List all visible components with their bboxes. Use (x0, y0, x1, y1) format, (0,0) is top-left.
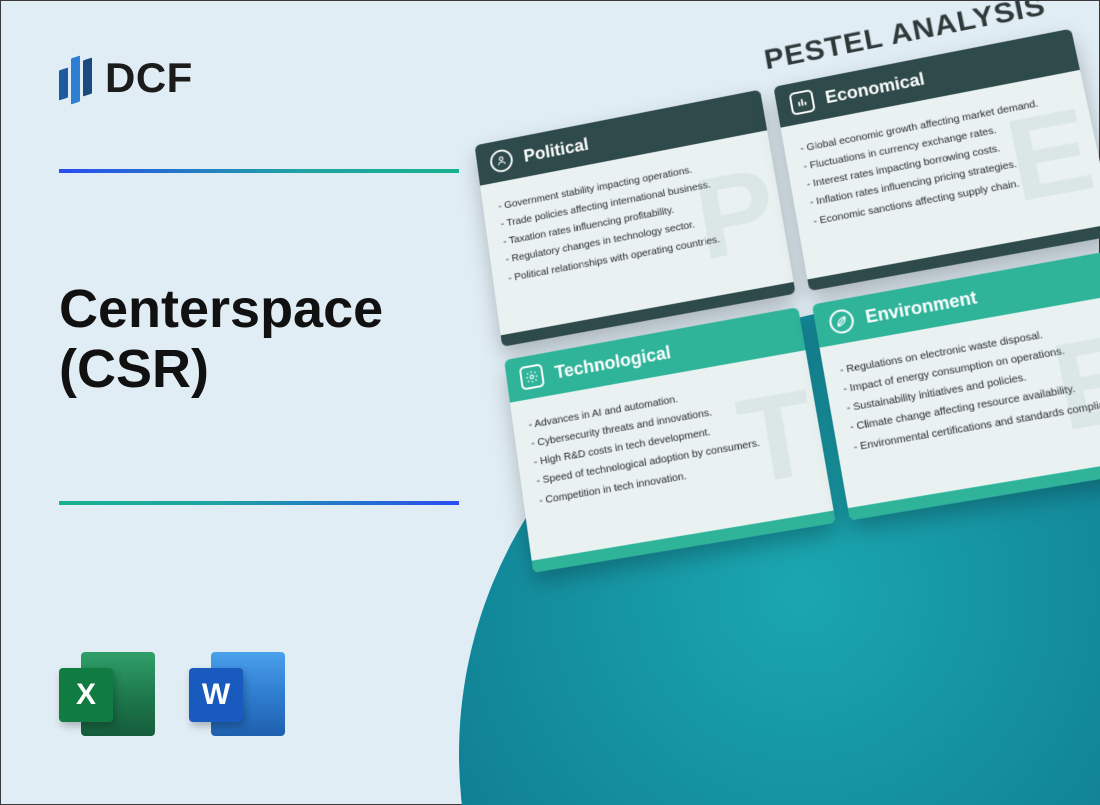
divider-top (59, 169, 459, 173)
list-item: Climate change affecting resource availa… (849, 374, 1100, 435)
brand-logo-icon (59, 49, 95, 107)
title-line-2: (CSR) (59, 339, 209, 399)
brand-name: DCF (105, 54, 193, 102)
list-item: Sustainability initiatives and policies. (846, 354, 1100, 415)
card-items: Regulations on electronic waste disposal… (839, 316, 1100, 454)
bars-icon (789, 89, 816, 116)
card-title: Environment (864, 287, 979, 328)
excel-icon-letter: X (59, 668, 113, 722)
leaf-icon (828, 308, 856, 336)
pestel-card-environment: Environment E Regulations on electronic … (812, 249, 1100, 520)
page-title: Centerspace (CSR) (59, 279, 383, 400)
pestel-card-technological: Technological T Advances in AI and autom… (504, 307, 836, 573)
word-icon: W (189, 646, 285, 742)
file-type-icons: X W (59, 646, 285, 742)
person-icon (489, 148, 514, 174)
list-item: Competition in tech innovation. (538, 449, 808, 508)
card-title: Political (522, 134, 589, 166)
card-items: Advances in AI and automation. Cybersecu… (528, 373, 809, 508)
word-icon-letter: W (189, 668, 243, 722)
excel-icon: X (59, 646, 155, 742)
list-item: Regulations on electronic waste disposal… (839, 316, 1100, 378)
page: DCF Centerspace (CSR) X W PESTEL ANALYSI… (0, 0, 1100, 805)
gear-icon (519, 363, 545, 390)
pestel-stage: PESTEL ANALYSIS Political P Government s… (479, 21, 1100, 741)
title-line-1: Centerspace (59, 279, 383, 339)
card-letter: T (730, 371, 824, 504)
card-letter: E (1043, 314, 1100, 450)
brand-logo: DCF (59, 49, 193, 107)
divider-bottom (59, 501, 459, 505)
card-letter: E (998, 90, 1100, 220)
list-item: Environmental certifications and standar… (853, 393, 1100, 454)
list-item: Impact of energy consumption on operatio… (842, 335, 1100, 397)
pestel-board: PESTEL ANALYSIS Political P Government s… (458, 0, 1100, 574)
